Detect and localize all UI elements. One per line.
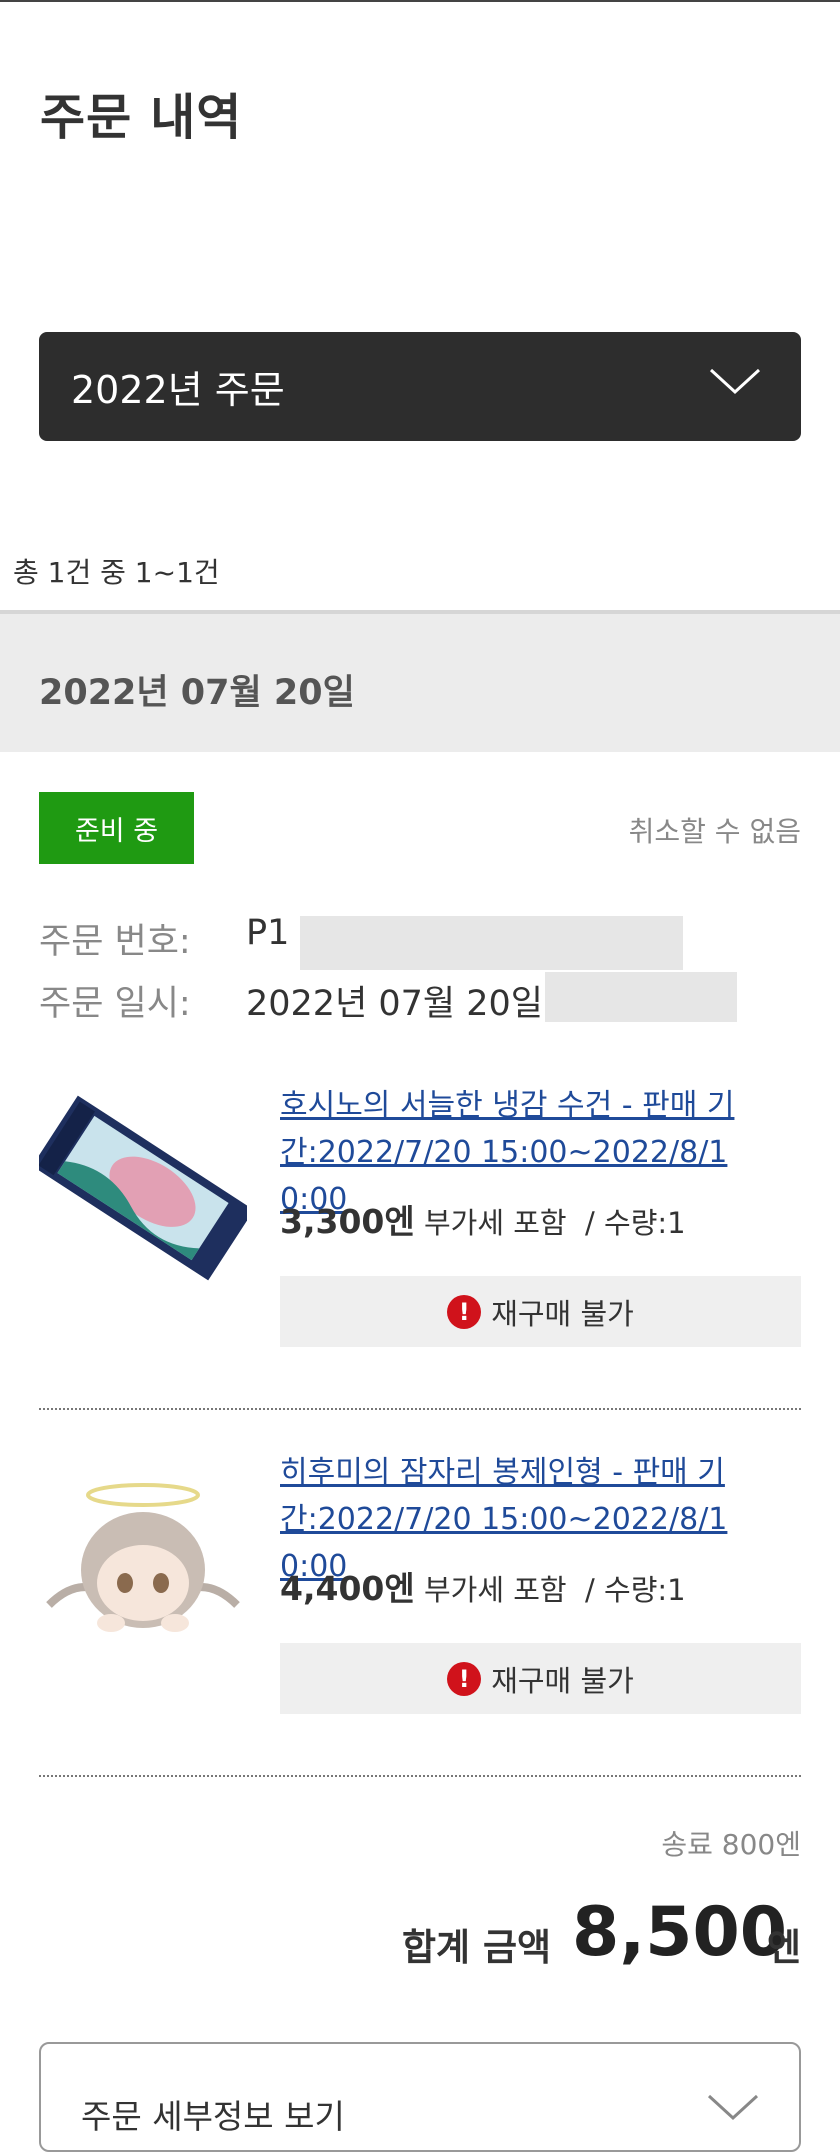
tax-note: 부가세 포함 — [423, 1206, 567, 1240]
item-divider — [39, 1775, 801, 1777]
warning-icon: ! — [447, 1294, 482, 1329]
page-title: 주문 내역 — [40, 89, 243, 146]
product-price: 3,300엔 — [280, 1202, 415, 1241]
rebuy-unavailable-button[interactable]: ! 재구매 불가 — [280, 1643, 801, 1714]
shipping-fee: 송료 800엔 — [661, 1828, 801, 1861]
product-price-line: 4,400엔 부가세 포함 / 수량:1 — [280, 1562, 686, 1610]
tax-note: 부가세 포함 — [423, 1573, 567, 1607]
cancel-note: 취소할 수 없음 — [628, 815, 801, 848]
product-image-towel[interactable] — [32, 1088, 254, 1288]
total-amount: 8,500 — [572, 1893, 788, 1972]
product-price: 4,400엔 — [280, 1569, 415, 1608]
order-date-text: 2022년 07월 20일 — [39, 673, 355, 713]
order-number-value: P1 — [246, 913, 290, 953]
chevron-down-icon — [709, 368, 761, 395]
year-select-label: 2022년 주문 — [71, 368, 285, 412]
top-divider — [0, 0, 840, 2]
redacted-order-number — [300, 916, 683, 970]
order-details-label: 주문 세부정보 보기 — [81, 2097, 345, 2136]
order-details-button[interactable]: 주문 세부정보 보기 — [39, 2042, 801, 2152]
quantity: / 수량:1 — [585, 1573, 686, 1607]
warning-icon: ! — [447, 1661, 482, 1696]
order-number-label: 주문 번호: — [39, 922, 191, 962]
total-unit: 엔 — [767, 1926, 802, 1969]
result-count: 총 1건 중 1~1건 — [13, 556, 220, 589]
order-datetime-value: 2022년 07월 20일 — [246, 984, 543, 1024]
chevron-down-icon — [707, 2094, 759, 2121]
year-select-dropdown[interactable]: 2022년 주문 — [39, 332, 801, 441]
product-price-line: 3,300엔 부가세 포함 / 수량:1 — [280, 1195, 686, 1243]
order-datetime-label: 주문 일시: — [39, 984, 191, 1024]
status-badge: 준비 중 — [39, 792, 194, 864]
order-date-header: 2022년 07월 20일 — [0, 610, 840, 752]
redacted-order-time — [545, 972, 737, 1022]
quantity: / 수량:1 — [585, 1206, 686, 1240]
total-label: 합계 금액 — [402, 1926, 552, 1969]
product-image-plush[interactable] — [39, 1455, 247, 1655]
rebuy-label: 재구매 불가 — [491, 1663, 634, 1698]
item-divider — [39, 1408, 801, 1410]
rebuy-unavailable-button[interactable]: ! 재구매 불가 — [280, 1276, 801, 1347]
rebuy-label: 재구매 불가 — [491, 1296, 634, 1331]
